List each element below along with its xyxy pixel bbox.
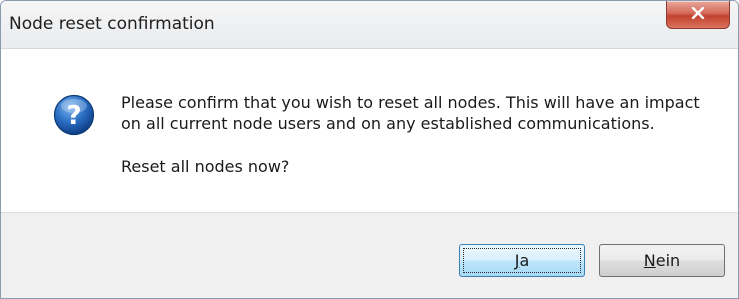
message-text: Please confirm that you wish to reset al…: [121, 92, 701, 134]
message-line-2: on all current node users and on any est…: [121, 114, 655, 133]
close-icon: [691, 7, 705, 19]
yes-button-label: Ja: [514, 251, 530, 270]
yes-button[interactable]: Ja: [459, 244, 585, 277]
button-bar: Ja Nein: [1, 212, 738, 298]
question-icon: ?: [53, 94, 95, 136]
close-button[interactable]: [666, 1, 730, 29]
message-line-1: Please confirm that you wish to reset al…: [121, 93, 700, 112]
dialog-window: Node reset confirmation ? Please confirm…: [0, 0, 739, 299]
no-button[interactable]: Nein: [599, 244, 725, 277]
no-button-label: Nein: [643, 251, 681, 270]
title-bar[interactable]: Node reset confirmation: [1, 1, 738, 49]
svg-text:?: ?: [66, 101, 81, 131]
dialog-content: ? Please confirm that you wish to reset …: [1, 49, 738, 212]
reset-prompt: Reset all nodes now?: [121, 157, 290, 176]
window-title: Node reset confirmation: [9, 14, 215, 34]
